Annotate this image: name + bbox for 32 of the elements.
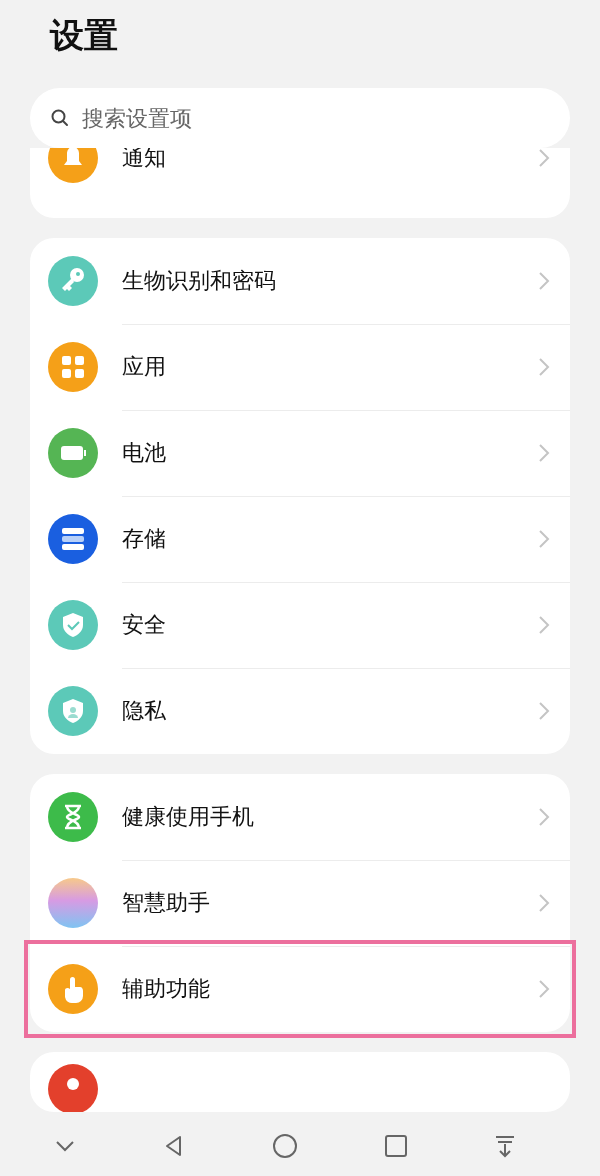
chevron-icon <box>538 979 550 999</box>
key-icon <box>48 256 98 306</box>
chevron-icon <box>538 701 550 721</box>
grid-icon <box>48 342 98 392</box>
chevron-icon <box>538 528 550 549</box>
page-title: 设置 <box>50 14 119 57</box>
privacy-icon <box>48 686 98 736</box>
home-icon[interactable] <box>272 1132 298 1159</box>
recents-icon[interactable] <box>383 1133 408 1158</box>
settings-item[interactable]: 隐私 <box>30 668 570 754</box>
chevron-icon <box>538 806 550 827</box>
storage-icon <box>48 514 98 564</box>
settings-item[interactable]: 电池 <box>30 410 570 496</box>
chevron-icon <box>538 442 550 463</box>
settings-item[interactable]: 存储 <box>30 496 570 582</box>
chevron-icon <box>538 148 550 168</box>
orb-icon <box>48 878 98 928</box>
settings-item[interactable]: 智慧助手 <box>30 860 570 946</box>
hourglass-icon <box>48 792 98 842</box>
settings-item[interactable]: 应用 <box>30 324 570 410</box>
settings-item[interactable]: 健康使用手机 <box>30 774 570 860</box>
settings-item[interactable]: 辅助功能 <box>30 946 570 1032</box>
shield-icon <box>48 600 98 650</box>
chevron-icon <box>538 614 550 635</box>
settings-item[interactable]: 安全 <box>30 582 570 668</box>
hand-icon <box>48 964 98 1014</box>
chevron-icon <box>538 892 550 913</box>
chevron-icon <box>538 270 550 291</box>
search-field[interactable]: 搜索设置项 <box>30 88 570 148</box>
battery-icon <box>48 428 98 478</box>
chevron-icon <box>538 356 550 377</box>
settings-item[interactable]: 生物识别和密码 <box>30 238 570 324</box>
